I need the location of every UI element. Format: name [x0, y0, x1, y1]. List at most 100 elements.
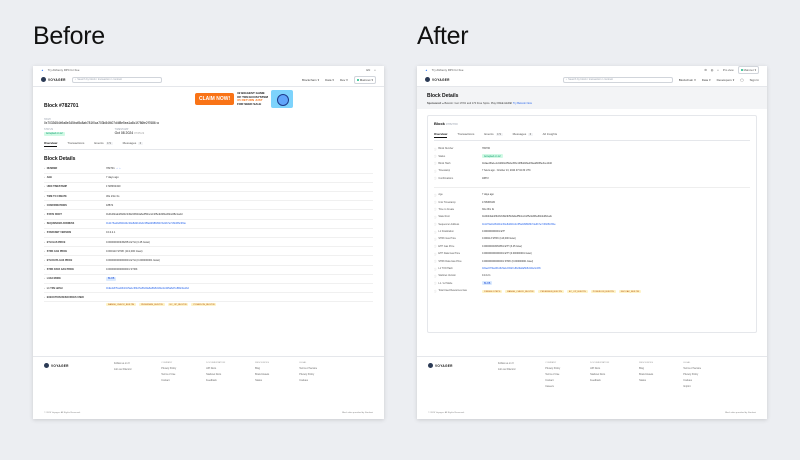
footer-link[interactable]: Cookies — [299, 379, 317, 382]
detail-value: 782700 — [482, 147, 490, 151]
detail-value[interactable]: 0x1176a1bd84444c30e8d2b1bdc3f5a0d98bf9b7… — [106, 222, 373, 225]
footer-link[interactable]: Contact — [161, 379, 176, 382]
resource-tag: 1388066 STEPS — [482, 290, 503, 294]
detail-row: L1 TXN Hash0x9e22f7ba43b16c5a1c6f4d7e8b2… — [44, 284, 373, 294]
voyager-logo[interactable]: VOYAGER — [425, 77, 450, 82]
detail-key: ETH Data Gas Price — [44, 259, 106, 262]
before-heading: Before — [33, 22, 105, 50]
tab-overview[interactable]: Overview — [44, 141, 58, 147]
footer-link[interactable]: Brand Assets — [639, 373, 653, 376]
search-input[interactable]: ⌕ Search by block / transaction / contrac… — [71, 76, 162, 83]
footer-col-legal: Legal Terms of Service Privacy Policy Cooki… — [299, 362, 317, 382]
search-input[interactable]: ⌕ Search by block / transaction / contrac… — [562, 76, 673, 83]
tab-transactions[interactable]: Transactions — [67, 141, 84, 147]
chevron-left-icon[interactable]: ‹ — [117, 167, 118, 170]
lang-switch[interactable]: EN — [366, 68, 370, 72]
footer-link[interactable]: Careers — [545, 385, 560, 388]
resource-tag: KECCAK_BUILTIN — [618, 290, 642, 294]
footer-link[interactable]: Terms of Use — [161, 373, 176, 376]
detail-key: Number — [44, 167, 106, 170]
network-selector[interactable]: Mainnet ▾ — [353, 75, 376, 84]
promo-text[interactable]: Try Alchemy RPC for free — [48, 68, 80, 72]
footer-link[interactable]: Terms of Use — [545, 373, 560, 376]
detail-value[interactable]: 0x9e22f7ba43b16c5a1c6f4d7e8b29a6a5b8d1f2… — [106, 287, 373, 290]
footer-link[interactable]: Contact — [545, 379, 560, 382]
footer-link[interactable]: API Docs — [206, 367, 225, 370]
detail-row: Age7 days ago — [434, 191, 750, 198]
footer-link[interactable]: Feedback — [590, 379, 609, 382]
tab-messages[interactable]: Messages 0 — [513, 132, 533, 138]
social-link[interactable]: Follow us on X — [498, 362, 515, 365]
theme-icon[interactable]: ◐ — [717, 68, 719, 72]
detail-row: Confirmations18872 — [44, 201, 373, 211]
resource-tag: PEDERSEN_BUILTIN — [139, 303, 165, 307]
nav-link-data[interactable]: Data — [702, 78, 708, 82]
detail-key: Starknet Version — [44, 231, 106, 234]
footer-link[interactable]: Status — [255, 379, 269, 382]
pro-view-toggle[interactable]: Pro view — [723, 68, 734, 72]
sign-in-link[interactable]: Sign In — [750, 78, 759, 82]
detail-row: Sequencer Address0x1176a1bd84444c30e8d2b… — [44, 220, 373, 229]
tab-messages[interactable]: Messages 0 — [123, 141, 143, 147]
promo-text[interactable]: Try Alchemy RPC for free — [432, 68, 464, 72]
footer-link[interactable]: Privacy Policy — [545, 367, 560, 370]
footer-link[interactable]: Feedback — [206, 379, 225, 382]
copy-icon[interactable]: ⧉ — [157, 121, 159, 125]
footer-link[interactable]: API Docs — [590, 367, 609, 370]
footer-link[interactable]: Starknet Docs — [206, 373, 225, 376]
detail-key: Time to Create — [44, 195, 106, 198]
chevron-right-icon[interactable]: › — [120, 167, 121, 170]
footer-link[interactable]: Brand Assets — [255, 373, 269, 376]
nav-link-developers[interactable]: Developers — [717, 78, 732, 82]
detail-value: 0.000000003452651 ETH (3.45 Gwei) — [106, 240, 150, 244]
detail-value: 0.000000000000001 ETH (0.000000001 Gwei) — [106, 258, 160, 262]
footer-link[interactable]: Status — [639, 379, 653, 382]
footer-link[interactable]: Cookies — [683, 379, 701, 382]
navbar: VOYAGER ⌕ Search by block / transaction /… — [417, 73, 767, 87]
detail-row: State Root0x4b4bbab2f9d3c34924b5b3a6eff5… — [44, 210, 373, 220]
claim-now-button[interactable]: CLAIM NOW! — [195, 93, 235, 105]
footer-link[interactable]: Blog — [255, 367, 269, 370]
theme-icon[interactable]: ◐ — [374, 68, 376, 72]
tab-overview[interactable]: Overview — [434, 132, 448, 138]
tab-events[interactable]: Events 171 — [94, 141, 113, 147]
detail-value[interactable]: 0x1176a1bd84444c30e8d2b1bdc3f5a0d98bf9b7… — [482, 223, 556, 226]
footer-link[interactable]: Terms of Service — [683, 367, 701, 370]
logo-mark-icon — [41, 77, 46, 82]
detail-key: ETH Data Gas Price — [434, 252, 482, 256]
powered-by[interactable]: Block data provided by Starknet — [725, 412, 756, 414]
network-selector[interactable]: Mainnet ▾ — [737, 66, 759, 74]
globe-icon[interactable]: ◍ — [711, 68, 713, 72]
ad-banner[interactable]: CLAIM NOW! #2 BIGGEST GAME OF TON ECOSYS… — [195, 90, 294, 108]
powered-by[interactable]: Block data provided by Starknet — [342, 412, 373, 414]
tab-transactions[interactable]: Transactions — [457, 132, 474, 138]
nav-link-dev[interactable]: Dev — [340, 78, 345, 82]
after-screenshot: ▲ Try Alchemy RPC for free ⚙ ◍ ◐ Pro vie… — [417, 66, 767, 419]
nav-link-data[interactable]: Data — [325, 78, 331, 82]
social-link[interactable]: Join our Discord — [114, 368, 131, 371]
social-link[interactable]: Join our Discord — [498, 368, 515, 371]
footer-link[interactable]: Terms of Service — [299, 367, 317, 370]
nav-link-blockchain[interactable]: Blockchain — [302, 78, 317, 82]
nav-link-blockchain[interactable]: Blockchain — [679, 78, 694, 82]
gear-icon[interactable]: ⚙ — [704, 68, 707, 72]
footer-link[interactable]: Starknet Docs — [590, 373, 609, 376]
sponsor-link[interactable]: Try Betcoin Now — [513, 102, 532, 105]
footer-link[interactable]: Privacy Policy — [683, 373, 701, 376]
footer-link[interactable]: Privacy Policy — [299, 373, 317, 376]
block-number: 782701 — [106, 167, 115, 171]
footer-link[interactable]: Privacy Policy — [161, 367, 176, 370]
footer-link[interactable]: Imprint — [683, 385, 701, 388]
footer-col-heading: Resources — [639, 362, 654, 364]
user-icon[interactable]: ◯ — [740, 78, 743, 82]
voyager-logo[interactable]: VOYAGER — [41, 77, 66, 82]
resource-tag: POSEIDON_BUILTIN — [191, 303, 217, 307]
tab-all-insights[interactable]: All Insights — [543, 132, 558, 138]
card-title: Block #782700 — [434, 121, 458, 126]
status-badge: Accepted on L2 — [482, 154, 503, 159]
social-link[interactable]: Follow us on X — [114, 362, 131, 365]
detail-value: 0.000000000000001 STRK — [106, 268, 138, 272]
detail-value[interactable]: 0x9e22f7ba43b16c5a1c6f4d7e8b29a6a5b8d1f2… — [482, 267, 541, 270]
footer-link[interactable]: Blog — [639, 367, 653, 370]
tab-events[interactable]: Events 171 — [484, 132, 503, 138]
